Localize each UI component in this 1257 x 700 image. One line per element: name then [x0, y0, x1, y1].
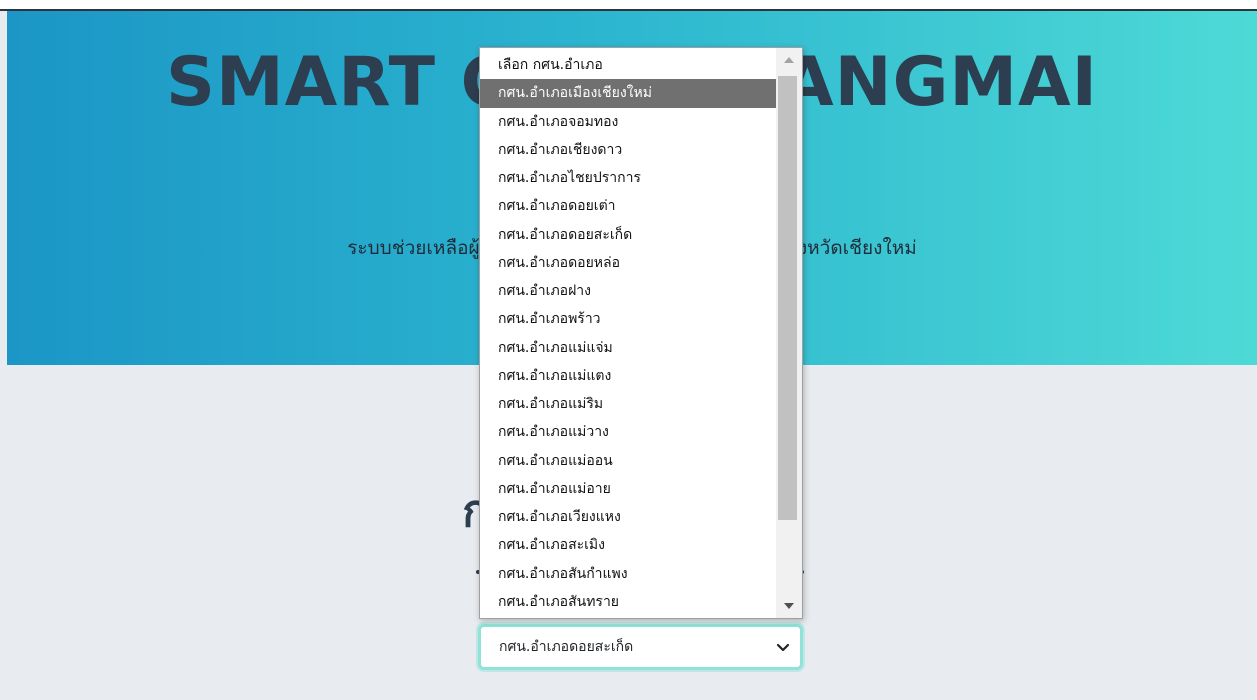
browser-top-edge: [0, 0, 1257, 9]
dropdown-option[interactable]: กศน.อำเภอไชยปราการ: [480, 164, 778, 192]
dropdown-option[interactable]: กศน.อำเภอจอมทอง: [480, 108, 778, 136]
district-dropdown-list[interactable]: เลือก กศน.อำเภอ กศน.อำเภอเมืองเชียงใหม่ …: [479, 47, 803, 619]
dropdown-option[interactable]: เลือก กศน.อำเภอ: [480, 51, 778, 79]
dropdown-option[interactable]: กศน.อำเภอพร้าว: [480, 305, 778, 333]
dropdown-option[interactable]: กศน.อำเภอสะเมิง: [480, 531, 778, 559]
triangle-down-icon[interactable]: [776, 598, 802, 614]
dropdown-option[interactable]: กศน.อำเภอดอยหล่อ: [480, 249, 778, 277]
dropdown-option[interactable]: กศน.อำเภอแม่ริม: [480, 390, 778, 418]
dropdown-option[interactable]: กศน.อำเภอสันกำแพง: [480, 560, 778, 588]
dropdown-scrollbar[interactable]: [776, 48, 802, 618]
triangle-up-icon[interactable]: [776, 52, 802, 68]
district-select[interactable]: กศน.อำเภอดอยสะเก็ด: [478, 624, 803, 670]
dropdown-options: เลือก กศน.อำเภอ กศน.อำเภอเมืองเชียงใหม่ …: [480, 51, 778, 616]
dropdown-option[interactable]: กศน.อำเภอดอยสะเก็ด: [480, 221, 778, 249]
dropdown-option[interactable]: กศน.อำเภอสันทราย: [480, 588, 778, 616]
dropdown-option[interactable]: กศน.อำเภอเวียงแหง: [480, 503, 778, 531]
dropdown-option[interactable]: กศน.อำเภอฝาง: [480, 277, 778, 305]
chevron-down-icon: [776, 643, 790, 652]
dropdown-option-highlighted[interactable]: กศน.อำเภอเมืองเชียงใหม่: [480, 79, 778, 108]
dropdown-option[interactable]: กศน.อำเภอแม่แจ่ม: [480, 334, 778, 362]
dropdown-option[interactable]: กศน.อำเภอเชียงดาว: [480, 136, 778, 164]
district-select-value: กศน.อำเภอดอยสะเก็ด: [499, 639, 634, 655]
dropdown-option[interactable]: กศน.อำเภอแม่ออน: [480, 447, 778, 475]
dropdown-option[interactable]: กศน.อำเภอแม่วาง: [480, 418, 778, 446]
scrollbar-thumb[interactable]: [778, 76, 797, 520]
dropdown-option[interactable]: กศน.อำเภอแม่แตง: [480, 362, 778, 390]
dropdown-option[interactable]: กศน.อำเภอแม่อาย: [480, 475, 778, 503]
dropdown-option[interactable]: กศน.อำเภอดอยเต่า: [480, 192, 778, 220]
